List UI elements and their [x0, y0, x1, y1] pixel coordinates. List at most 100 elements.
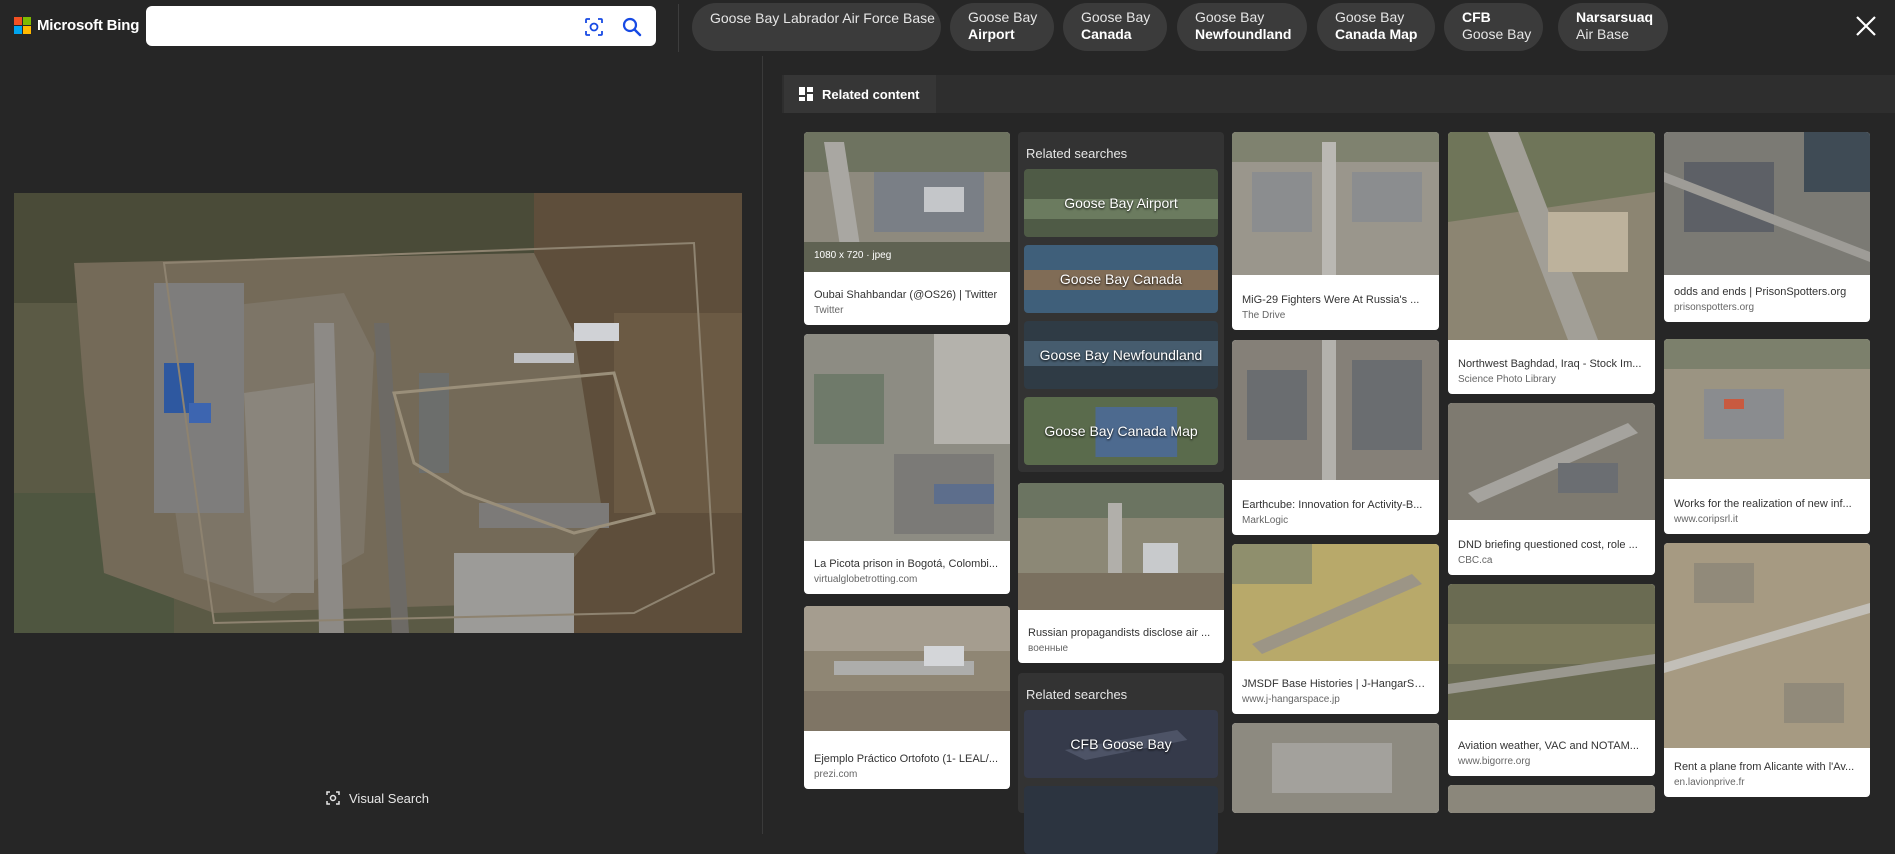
card-meta: Oubai Shahbandar (@OS26) | Twitter Twitt… — [804, 280, 1010, 325]
visual-search-label: Visual Search — [349, 790, 429, 806]
related-search-label: Goose Bay Canada Map — [1044, 423, 1198, 439]
card-thumbnail — [1232, 723, 1439, 813]
visual-search-icon — [326, 791, 340, 805]
chip-related-search-7[interactable]: Narsarsuaq Air Base — [1558, 3, 1668, 51]
related-card-8[interactable]: Northwest Baghdad, Iraq - Stock Im... Sc… — [1448, 132, 1655, 394]
related-search-goose-bay-newfoundland[interactable]: Goose Bay Newfoundland — [1024, 321, 1218, 389]
related-card-2[interactable]: La Picota prison in Bogotá, Colombi... v… — [804, 334, 1010, 594]
related-card-partial[interactable] — [1448, 785, 1655, 813]
related-card-1[interactable]: 1080 x 720 · jpeg Oubai Shahbandar (@OS2… — [804, 132, 1010, 325]
bing-logo[interactable]: Microsoft Bing — [14, 17, 139, 34]
related-card-partial[interactable] — [1232, 723, 1439, 813]
related-card-11[interactable]: odds and ends | PrisonSpotters.org priso… — [1664, 132, 1870, 322]
related-search-label: Goose Bay Canada — [1059, 271, 1183, 287]
card-thumbnail — [1232, 132, 1439, 275]
chip-label-line1: Goose Bay — [1335, 9, 1405, 25]
card-source: prezi.com — [814, 769, 858, 780]
card-meta: Ejemplo Práctico Ortofoto (1- LEAL/... p… — [804, 744, 1010, 789]
chip-label-line2: Newfoundland — [1195, 26, 1292, 42]
visual-search-button[interactable]: Visual Search — [325, 790, 429, 806]
chip-label-line2: Airport — [968, 26, 1015, 42]
chip-label-line1: Goose Bay — [968, 9, 1038, 25]
card-title: Russian propagandists disclose air ... — [1028, 627, 1211, 639]
related-search-cfb-goose-bay[interactable]: CFB Goose Bay — [1024, 710, 1218, 778]
related-search-label: Goose Bay Newfoundland — [1039, 347, 1203, 363]
chip-related-search-4[interactable]: Goose Bay Newfoundland — [1177, 3, 1307, 51]
main-satellite-image[interactable] — [14, 193, 742, 633]
card-source: www.bigorre.org — [1458, 756, 1531, 767]
card-meta: Russian propagandists disclose air ... в… — [1018, 618, 1224, 663]
card-title: MiG-29 Fighters Were At Russia's ... — [1242, 294, 1420, 306]
chip-related-search-3[interactable]: Goose Bay Canada — [1063, 3, 1167, 51]
chip-label: Goose Bay Labrador Air Force Base — [710, 10, 935, 26]
related-card-7[interactable]: JMSDF Base Histories | J-HangarSp... www… — [1232, 544, 1439, 714]
related-search-label: Goose Bay Airport — [1064, 195, 1178, 211]
related-card-5[interactable]: MiG-29 Fighters Were At Russia's ... The… — [1232, 132, 1439, 330]
card-thumbnail — [1448, 403, 1655, 520]
card-source: CBC.ca — [1458, 555, 1493, 566]
top-bar: Microsoft Bing Goose Bay Labrador Air Fo… — [0, 0, 1895, 56]
pane-divider — [762, 56, 763, 834]
related-card-9[interactable]: DND briefing questioned cost, role ... C… — [1448, 403, 1655, 575]
card-thumbnail — [1232, 544, 1439, 661]
card-title: Ejemplo Práctico Ortofoto (1- LEAL/... — [814, 753, 999, 765]
chip-related-search-2[interactable]: Goose Bay Airport — [950, 3, 1054, 51]
close-button[interactable] — [1852, 12, 1880, 40]
tab-related-content[interactable]: Related content — [784, 75, 936, 113]
card-meta: Rent a plane from Alicante with l'Av... … — [1664, 752, 1870, 797]
card-title: Oubai Shahbandar (@OS26) | Twitter — [814, 289, 998, 301]
visual-search-camera-icon[interactable] — [583, 16, 605, 38]
card-title: Aviation weather, VAC and NOTAM... — [1458, 740, 1639, 752]
card-source: Twitter — [814, 305, 844, 316]
related-card-10[interactable]: Aviation weather, VAC and NOTAM... www.b… — [1448, 584, 1655, 776]
card-meta: La Picota prison in Bogotá, Colombi... v… — [804, 549, 1010, 594]
search-icon[interactable] — [621, 16, 643, 38]
chip-label-line1: Narsarsuaq — [1576, 9, 1654, 25]
card-source: военные — [1028, 643, 1069, 654]
chip-label-line1: Goose Bay — [1195, 9, 1265, 25]
card-meta: Aviation weather, VAC and NOTAM... www.b… — [1448, 731, 1655, 776]
search-box[interactable] — [146, 6, 656, 46]
related-content-icon — [799, 87, 813, 101]
card-meta: DND briefing questioned cost, role ... C… — [1448, 530, 1655, 575]
image-dimensions: 1080 x 720 · jpeg — [814, 250, 892, 261]
related-search-goose-bay-airport[interactable]: Goose Bay Airport — [1024, 169, 1218, 237]
chip-related-search-6[interactable]: CFB Goose Bay — [1444, 3, 1543, 51]
related-card-12[interactable]: Works for the realization of new inf... … — [1664, 339, 1870, 534]
card-thumbnail — [1448, 785, 1655, 813]
card-title: JMSDF Base Histories | J-HangarSp... — [1242, 678, 1429, 690]
card-meta: MiG-29 Fighters Were At Russia's ... The… — [1232, 285, 1439, 330]
card-source: www.coripsrl.it — [1674, 514, 1738, 525]
chip-related-search-5[interactable]: Goose Bay Canada Map — [1317, 3, 1435, 51]
card-thumbnail — [1448, 584, 1655, 720]
card-source: prisonspotters.org — [1674, 302, 1755, 313]
related-search-item[interactable] — [1024, 786, 1218, 854]
related-card-3[interactable]: Ejemplo Práctico Ortofoto (1- LEAL/... p… — [804, 606, 1010, 789]
related-card-4[interactable]: Russian propagandists disclose air ... в… — [1018, 483, 1224, 663]
chip-label-line1: Goose Bay — [1081, 9, 1151, 25]
card-source: virtualglobetrotting.com — [814, 574, 918, 585]
chip-label-line2: Canada Map — [1335, 26, 1418, 42]
card-meta: Earthcube: Innovation for Activity-B... … — [1232, 490, 1439, 535]
related-searches-panel-2: Related searches CFB Goose Bay — [1018, 673, 1224, 854]
chip-label-line2: Canada — [1081, 26, 1132, 42]
card-source: www.j-hangarspace.jp — [1242, 694, 1340, 705]
related-search-goose-bay-canada[interactable]: Goose Bay Canada — [1024, 245, 1218, 313]
related-search-label: CFB Goose Bay — [1070, 736, 1172, 752]
card-thumbnail — [1664, 132, 1870, 275]
related-card-6[interactable]: Earthcube: Innovation for Activity-B... … — [1232, 340, 1439, 535]
header-divider — [678, 4, 679, 52]
tab-related-content-label: Related content — [822, 86, 920, 102]
brand-name: Microsoft Bing — [37, 17, 140, 34]
related-card-13[interactable]: Rent a plane from Alicante with l'Av... … — [1664, 543, 1870, 797]
card-meta: Northwest Baghdad, Iraq - Stock Im... Sc… — [1448, 349, 1655, 394]
card-source: MarkLogic — [1242, 515, 1289, 526]
related-search-goose-bay-canada-map[interactable]: Goose Bay Canada Map — [1024, 397, 1218, 465]
chip-related-search-1[interactable]: Goose Bay Labrador Air Force Base — [692, 3, 941, 51]
card-thumbnail — [1664, 339, 1870, 479]
card-title: Northwest Baghdad, Iraq - Stock Im... — [1458, 358, 1642, 370]
search-input[interactable] — [158, 14, 558, 38]
card-meta: odds and ends | PrisonSpotters.org priso… — [1664, 277, 1870, 322]
card-meta: JMSDF Base Histories | J-HangarSp... www… — [1232, 669, 1439, 714]
chip-label-line1: CFB — [1462, 9, 1491, 25]
